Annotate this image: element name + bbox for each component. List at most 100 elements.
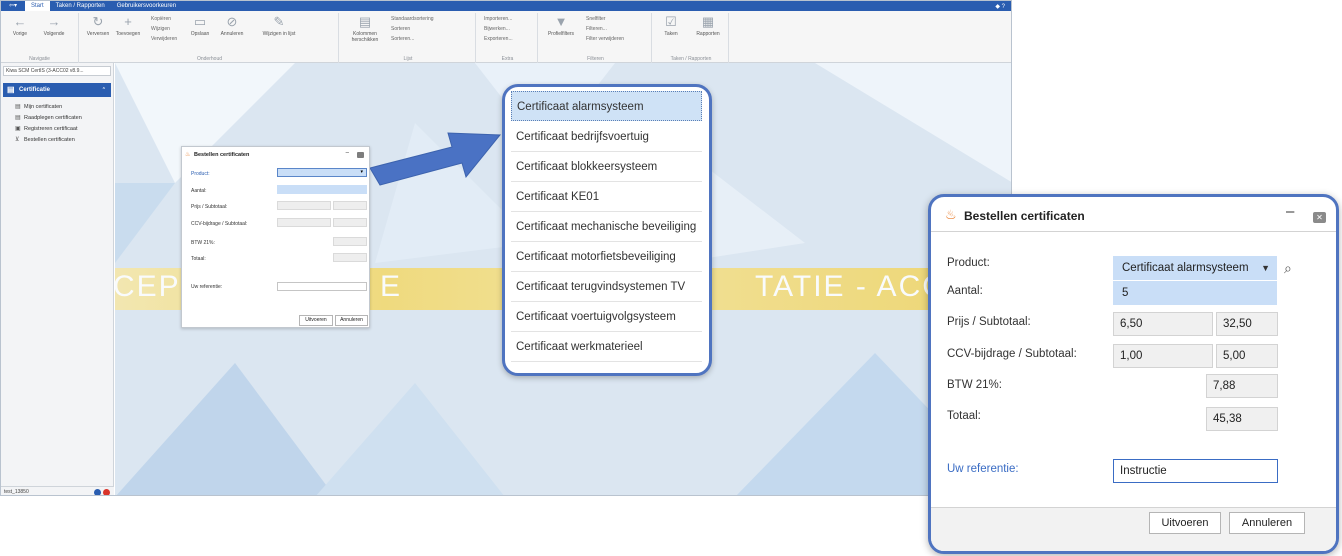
close-icon[interactable]: ✕ — [1313, 212, 1326, 223]
ccv-subtotaal-field: 5,00 — [1216, 344, 1278, 368]
dialog-app-icon: ♨ — [185, 152, 191, 158]
dropdown-option[interactable]: Certificaat bedrijfsvoertuig — [511, 122, 702, 152]
group-label-onderhoud: Onderhoud — [196, 56, 223, 62]
nav-item-mijn-certificaten[interactable]: ▤ Mijn certificaten — [15, 103, 62, 110]
add-button[interactable]: + Toevoegen — [113, 15, 143, 38]
report-icon: ▦ — [701, 14, 715, 29]
info-icon[interactable] — [94, 489, 101, 495]
group-label-taken: Taken / Rapporten — [670, 56, 712, 62]
user-name: test_13850 — [4, 489, 29, 495]
nav-item-label: Registreren certificaat — [24, 126, 78, 132]
profile-filters-button[interactable]: ▼ Profielfilters — [542, 14, 580, 38]
back-button[interactable]: ← Vorige — [5, 15, 35, 38]
search-icon[interactable]: ⌕ — [1284, 260, 1292, 277]
nav-item-raadplegen[interactable]: ▤ Raadplegen certificaten — [15, 114, 82, 121]
import-button[interactable]: Importeren... — [484, 16, 512, 22]
aantal-input[interactable]: 5 — [1113, 281, 1277, 305]
product-select[interactable]: ▾ — [277, 168, 367, 177]
stop-icon[interactable] — [103, 489, 110, 495]
remove-filter-button[interactable]: Filter verwijderen — [586, 36, 624, 42]
dropdown-option[interactable]: Certificaat motorfietsbeveiliging — [511, 242, 702, 272]
nav-item-registreren[interactable]: ▣ Registreren certificaat — [15, 125, 78, 132]
dialog-app-icon: ♨ — [945, 207, 957, 222]
next-button[interactable]: → Volgende — [39, 14, 69, 38]
quick-access-menu[interactable]: ⇦▾ — [1, 1, 25, 11]
dropdown-option[interactable]: Certificaat blokkeersysteem — [511, 152, 702, 182]
totaal-label: Totaal: — [947, 410, 981, 422]
reports-button[interactable]: ▦ Rapporten — [690, 14, 726, 38]
dropdown-option[interactable]: Certificaat terugvindsystemen TV — [511, 272, 702, 302]
tasks-label: Taken — [664, 31, 678, 37]
refresh-button[interactable]: ↻ Verversen — [83, 15, 113, 38]
dropdown-option[interactable]: Certificaat mechanische beveiliging — [511, 212, 702, 242]
columns-icon: ▤ — [358, 14, 372, 29]
minimize-icon[interactable]: – — [1286, 203, 1294, 220]
banner-text-mid: E — [380, 270, 403, 303]
product-select[interactable]: Certificaat alarmsysteem ▼ — [1113, 256, 1277, 280]
tasks-button[interactable]: ☑ Taken — [656, 15, 686, 38]
referentie-input[interactable] — [277, 282, 367, 291]
nav-header-label: Certificatie — [19, 87, 51, 93]
ribbon-group-extra: Importeren... Bijwerken... Exporteren...… — [478, 13, 538, 63]
totaal-field: 45,38 — [1206, 407, 1278, 431]
ccv-label: CCV-bijdrage / Subtotaal: — [947, 348, 1077, 360]
nav-item-label: Mijn certificaten — [24, 104, 63, 110]
arrow-right-icon: → — [47, 14, 61, 29]
help-icons[interactable]: ◆ ? — [995, 3, 1011, 10]
dropdown-option[interactable]: Certificaat KE01 — [511, 182, 702, 212]
columns-button[interactable]: ▤ Kolommen herschikken — [345, 14, 385, 44]
chevron-down-icon: ▾ — [360, 169, 363, 175]
dropdown-option[interactable]: Certificaat werkmaterieel — [511, 332, 702, 362]
quick-filter-button[interactable]: Snelfilter — [586, 16, 605, 22]
next-label: Volgende — [43, 31, 65, 37]
save-button[interactable]: ▭ Opslaan — [185, 15, 215, 38]
referentie-input[interactable]: Instructie — [1113, 459, 1278, 483]
standard-sort-button[interactable]: Standaardsortering — [391, 16, 434, 22]
update-button[interactable]: Bijwerken... — [484, 26, 510, 32]
ribbon-group-filteren: ▼ Profielfilters Snelfilter Filteren... F… — [540, 13, 652, 63]
ribbon-group-taken: ☑ Taken ▦ Rapporten Taken / Rapporten — [654, 13, 729, 63]
execute-button[interactable]: Uitvoeren — [299, 315, 333, 326]
close-icon[interactable] — [357, 152, 364, 158]
ccv-field — [277, 218, 331, 227]
filter-button[interactable]: Filteren... — [586, 26, 607, 32]
prijs-field: 6,50 — [1113, 312, 1213, 336]
funnel-icon: ▼ — [554, 14, 568, 29]
form-icon: ▣ — [15, 126, 21, 132]
cancel-button[interactable]: ⊘ Annuleren — [217, 15, 247, 38]
referentie-label: Uw referentie: — [947, 463, 1019, 475]
cancel-label: Annuleren — [220, 31, 244, 37]
nav-item-bestellen[interactable]: ⊻ Bestellen certificaten — [15, 136, 75, 143]
export-button[interactable]: Exporteren... — [484, 36, 513, 42]
environment-selector[interactable]: Kiwa SCM CertIS (3-ACC02 v8.9... — [3, 66, 111, 76]
delete-button[interactable]: Verwijderen — [151, 36, 177, 42]
columns-label: Kolommen herschikken — [351, 31, 379, 43]
prijs-subtotaal-value: 32,50 — [1223, 318, 1252, 330]
dropdown-option[interactable]: Certificaat alarmsysteem — [511, 91, 702, 121]
dropdown-option[interactable]: Certificaat voertuigvolgsysteem — [511, 302, 702, 332]
btw-field: 7,88 — [1206, 374, 1278, 398]
execute-button[interactable]: Uitvoeren — [1149, 512, 1221, 534]
btw-value: 7,88 — [1213, 380, 1236, 392]
nav-header-certificatie[interactable]: ▤ Certificatie ⌃ — [3, 83, 111, 97]
edit-in-list-button[interactable]: ✎ Wijzigen in lijst — [259, 15, 299, 38]
copy-button[interactable]: Kopiëren — [151, 16, 171, 22]
tab-taken-rapporten[interactable]: Taken / Rapporten — [50, 1, 111, 11]
aantal-input[interactable] — [277, 185, 367, 194]
prijs-label: Prijs / Subtotaal: — [191, 204, 228, 210]
sort-dialog-button[interactable]: Sorteren... — [391, 36, 414, 42]
minimize-icon[interactable]: – — [346, 150, 349, 156]
product-dropdown-list: Certificaat alarmsysteem Certificaat bed… — [502, 84, 712, 376]
aantal-label: Aantal: — [191, 188, 207, 194]
list-icon: ▤ — [15, 115, 21, 121]
reports-label: Rapporten — [696, 31, 720, 37]
group-label-extra: Extra — [501, 56, 514, 62]
group-label-lijst: Lijst — [403, 56, 413, 62]
cancel-button[interactable]: Annuleren — [1229, 512, 1305, 534]
tab-start[interactable]: Start — [25, 1, 50, 11]
btw-label: BTW 21%: — [191, 240, 215, 246]
cancel-button[interactable]: Annuleren — [335, 315, 368, 326]
tab-gebruikersvoorkeuren[interactable]: Gebruikersvoorkeuren — [111, 1, 182, 11]
sort-button[interactable]: Sorteren — [391, 26, 410, 32]
edit-button[interactable]: Wijzigen — [151, 26, 170, 32]
